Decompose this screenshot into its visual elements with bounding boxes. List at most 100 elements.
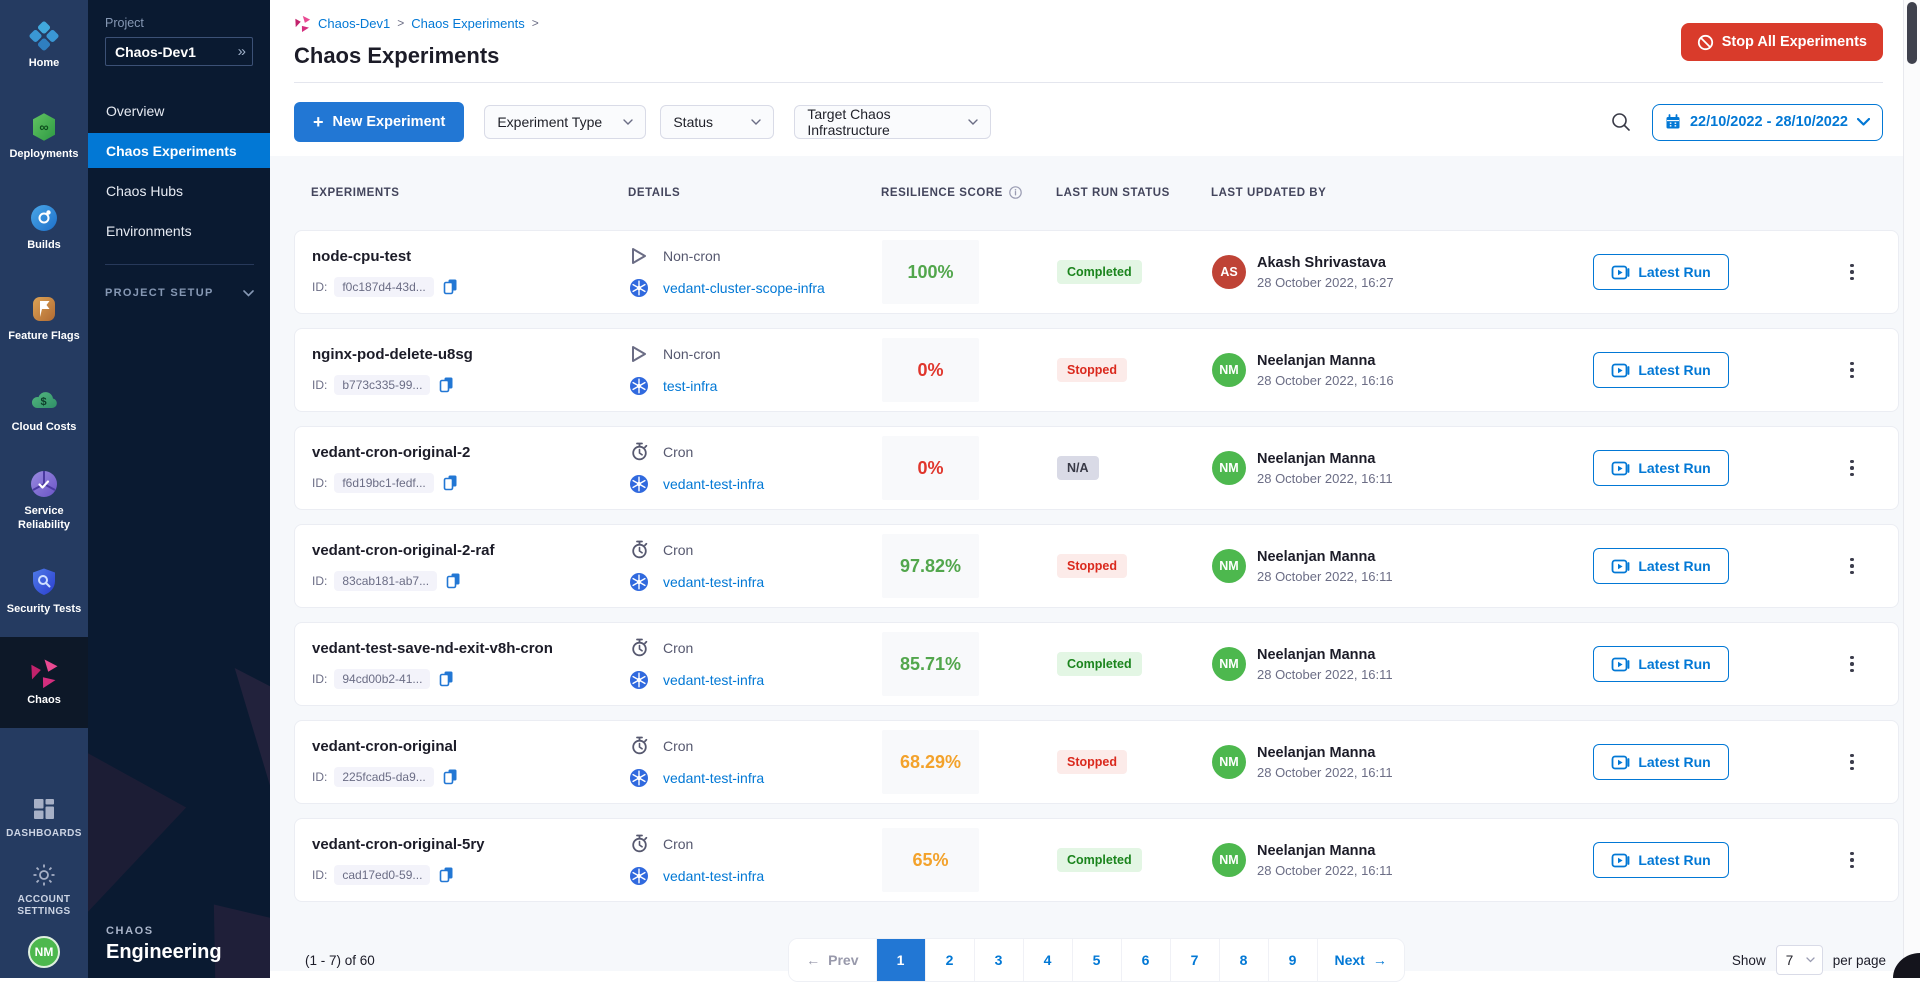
pagination-prev[interactable]: ← Prev xyxy=(789,939,875,981)
scrollbar-thumb[interactable] xyxy=(1907,2,1917,64)
row-menu-icon[interactable] xyxy=(1839,846,1865,875)
experiment-name[interactable]: nginx-pod-delete-u8sg xyxy=(312,346,629,363)
breadcrumb-experiments-link[interactable]: Chaos Experiments xyxy=(411,16,524,31)
latest-run-button[interactable]: Latest Run xyxy=(1593,254,1729,290)
project-selector[interactable]: Chaos-Dev1 » xyxy=(105,37,253,66)
copy-icon[interactable] xyxy=(443,278,458,295)
status-filter[interactable]: Status xyxy=(660,105,774,139)
latest-run-button[interactable]: Latest Run xyxy=(1593,352,1729,388)
target-infrastructure-filter[interactable]: Target Chaos Infrastructure xyxy=(794,105,991,139)
date-range-picker[interactable]: 22/10/2022 - 28/10/2022 xyxy=(1652,104,1883,141)
pagination-page-7[interactable]: 7 xyxy=(1170,939,1219,981)
pagination-page-8[interactable]: 8 xyxy=(1219,939,1268,981)
resilience-score: 65% xyxy=(882,828,979,892)
row-menu-icon[interactable] xyxy=(1839,356,1865,385)
copy-icon[interactable] xyxy=(446,572,461,589)
experiment-name[interactable]: vedant-cron-original-5ry xyxy=(312,836,629,853)
latest-run-button[interactable]: Latest Run xyxy=(1593,744,1729,780)
new-experiment-button[interactable]: + New Experiment xyxy=(294,102,464,142)
resilience-score-cell: 0% xyxy=(882,338,1057,402)
cron-schedule-icon xyxy=(629,834,649,853)
sidebar-item-chaos-experiments[interactable]: Chaos Experiments xyxy=(88,133,270,168)
pagination-next[interactable]: Next → xyxy=(1317,939,1404,981)
rail-module-label: Deployments xyxy=(9,148,78,162)
rail-module-builds[interactable]: Builds xyxy=(0,182,88,273)
infrastructure-link[interactable]: vedant-cluster-scope-infra xyxy=(663,280,825,296)
updated-by-name: Neelanjan Manna xyxy=(1257,745,1393,761)
expand-nav-icon[interactable]: » xyxy=(238,43,246,60)
rail-module-chaos[interactable]: Chaos xyxy=(0,637,88,728)
kubernetes-icon xyxy=(629,474,649,494)
row-menu-icon[interactable] xyxy=(1839,748,1865,777)
sidebar-item-overview[interactable]: Overview xyxy=(88,93,270,128)
updated-at: 28 October 2022, 16:11 xyxy=(1257,765,1393,780)
experiment-name[interactable]: vedant-test-save-nd-exit-v8h-cron xyxy=(312,640,629,657)
rail-module-cloud-costs[interactable]: $ Cloud Costs xyxy=(0,364,88,455)
project-setup-section[interactable]: PROJECT SETUP xyxy=(105,287,254,299)
copy-icon[interactable] xyxy=(439,866,454,883)
avatar: NM xyxy=(1212,745,1246,779)
experiment-name[interactable]: node-cpu-test xyxy=(312,248,629,265)
pagination-page-5[interactable]: 5 xyxy=(1072,939,1121,981)
rail-module-home[interactable]: Home xyxy=(0,0,88,91)
copy-icon[interactable] xyxy=(439,670,454,687)
chevron-down-icon xyxy=(968,119,978,125)
infrastructure-link[interactable]: vedant-test-infra xyxy=(663,574,764,590)
experiment-cell: vedant-cron-original-5ry ID: cad17ed0-59… xyxy=(312,836,629,885)
pagination-page-2[interactable]: 2 xyxy=(925,939,974,981)
rail-module-service-reliability[interactable]: Service Reliability xyxy=(0,455,88,546)
row-menu-icon[interactable] xyxy=(1839,258,1865,287)
pagination-page-4[interactable]: 4 xyxy=(1023,939,1072,981)
infrastructure-link[interactable]: test-infra xyxy=(663,378,717,394)
chevron-down-icon xyxy=(751,119,761,125)
infrastructure-link[interactable]: vedant-test-infra xyxy=(663,770,764,786)
experiment-type-filter[interactable]: Experiment Type xyxy=(484,105,646,139)
schedule-type: Cron xyxy=(663,738,693,754)
row-menu-cell xyxy=(1839,454,1898,483)
rail-item-dashboards[interactable]: DASHBOARDS xyxy=(3,782,85,854)
experiment-name[interactable]: vedant-cron-original-2 xyxy=(312,444,629,461)
info-icon[interactable] xyxy=(1009,186,1022,199)
infrastructure-link[interactable]: vedant-test-infra xyxy=(663,476,764,492)
rail-module-deployments[interactable]: ∞ Deployments xyxy=(0,91,88,182)
experiment-cell: node-cpu-test ID: f0c187d4-43d... xyxy=(312,248,629,297)
action-cell: Latest Run xyxy=(1593,352,1839,388)
rail-item-account-settings[interactable]: ACCOUNT SETTINGS xyxy=(0,854,88,926)
user-avatar[interactable]: NM xyxy=(28,936,60,968)
sidebar-item-environments[interactable]: Environments xyxy=(88,213,270,248)
search-button[interactable] xyxy=(1606,107,1636,137)
copy-icon[interactable] xyxy=(439,376,454,393)
row-menu-icon[interactable] xyxy=(1839,552,1865,581)
infrastructure-link[interactable]: vedant-test-infra xyxy=(663,868,764,884)
experiment-name[interactable]: vedant-cron-original-2-raf xyxy=(312,542,629,559)
experiments-table: EXPERIMENTS DETAILS RESILIENCE SCORE LAS… xyxy=(270,156,1903,971)
sidebar-item-chaos-hubs[interactable]: Chaos Hubs xyxy=(88,173,270,208)
breadcrumb-project-link[interactable]: Chaos-Dev1 xyxy=(318,16,390,31)
experiment-name[interactable]: vedant-cron-original xyxy=(312,738,629,755)
stop-all-experiments-button[interactable]: Stop All Experiments xyxy=(1681,23,1883,61)
row-menu-icon[interactable] xyxy=(1839,454,1865,483)
pagination-page-6[interactable]: 6 xyxy=(1121,939,1170,981)
infrastructure-link[interactable]: vedant-test-infra xyxy=(663,672,764,688)
rail-module-feature-flags[interactable]: Feature Flags xyxy=(0,273,88,364)
table-row: vedant-cron-original-5ry ID: cad17ed0-59… xyxy=(294,818,1899,902)
per-page-select[interactable]: 7 xyxy=(1776,945,1823,975)
copy-icon[interactable] xyxy=(443,768,458,785)
experiment-cell: vedant-cron-original ID: 225fcad5-da9... xyxy=(312,738,629,787)
pagination-page-1[interactable]: 1 xyxy=(876,939,925,981)
rail-module-security-tests[interactable]: Security Tests xyxy=(0,546,88,637)
status-badge: Stopped xyxy=(1057,750,1127,774)
rail-module-label: Feature Flags xyxy=(8,330,80,344)
latest-run-button[interactable]: Latest Run xyxy=(1593,646,1729,682)
latest-run-button[interactable]: Latest Run xyxy=(1593,450,1729,486)
pagination-page-3[interactable]: 3 xyxy=(974,939,1023,981)
row-menu-cell xyxy=(1839,552,1898,581)
latest-run-button[interactable]: Latest Run xyxy=(1593,842,1729,878)
vertical-scrollbar[interactable] xyxy=(1903,0,1920,978)
latest-run-button[interactable]: Latest Run xyxy=(1593,548,1729,584)
action-cell: Latest Run xyxy=(1593,744,1839,780)
pagination-page-9[interactable]: 9 xyxy=(1268,939,1317,981)
copy-icon[interactable] xyxy=(443,474,458,491)
row-menu-icon[interactable] xyxy=(1839,650,1865,679)
resilience-score: 100% xyxy=(882,240,979,304)
